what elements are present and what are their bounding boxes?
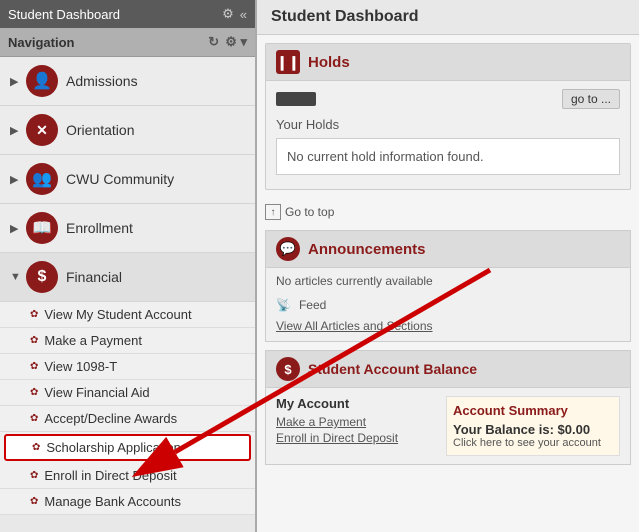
financial-icon: $ xyxy=(26,261,58,293)
my-account-col: My Account Make a Payment Enroll in Dire… xyxy=(276,396,436,456)
account-balance-title: Student Account Balance xyxy=(308,361,477,377)
sidebar-item-enrollment[interactable]: ▶ 📖 Enrollment xyxy=(0,204,255,253)
orientation-icon: ✕ xyxy=(26,114,58,146)
bullet-icon: ✿ xyxy=(30,361,38,372)
expand-arrow-financial: ▼ xyxy=(10,271,22,283)
gear-icon[interactable]: ⚙ xyxy=(222,6,234,22)
expand-arrow-enrollment: ▶ xyxy=(10,222,22,235)
account-balance-section: $ Student Account Balance My Account Mak… xyxy=(265,350,631,465)
balance-text: Your Balance is: $0.00 xyxy=(453,422,613,437)
holds-redacted-bar xyxy=(276,92,316,106)
go-to-top-label: Go to top xyxy=(285,205,334,219)
holds-header: ❙❙ Holds xyxy=(266,44,630,81)
left-panel: Student Dashboard ⚙ « Navigation ↻ ⚙ ▾ ▶… xyxy=(0,0,255,532)
click-here-text[interactable]: Click here to see your account xyxy=(453,437,613,449)
sub-item-view-financial-aid[interactable]: ✿ View Financial Aid xyxy=(0,380,255,406)
account-balance-body: My Account Make a Payment Enroll in Dire… xyxy=(266,388,630,464)
announcements-title: Announcements xyxy=(308,241,426,258)
sub-item-label: Enroll in Direct Deposit xyxy=(44,468,176,483)
sub-item-label: Make a Payment xyxy=(44,333,142,348)
bullet-icon: ✿ xyxy=(30,470,38,481)
expand-arrow-orientation: ▶ xyxy=(10,124,22,137)
announcements-icon: 💬 xyxy=(276,237,300,261)
sub-item-label: View My Student Account xyxy=(44,307,191,322)
account-summary-col: Account Summary Your Balance is: $0.00 C… xyxy=(446,396,620,456)
enrollment-icon: 📖 xyxy=(26,212,58,244)
cwu-community-icon: 👥 xyxy=(26,163,58,195)
sub-item-accept-decline[interactable]: ✿ Accept/Decline Awards xyxy=(0,406,255,432)
refresh-icon[interactable]: ↻ xyxy=(208,34,219,50)
sub-item-label: View Financial Aid xyxy=(44,385,149,400)
sidebar-item-orientation[interactable]: ▶ ✕ Orientation xyxy=(0,106,255,155)
sub-item-enroll-direct-deposit[interactable]: ✿ Enroll in Direct Deposit xyxy=(0,463,255,489)
my-account-title: My Account xyxy=(276,396,436,411)
holds-title: Holds xyxy=(308,54,350,71)
sub-item-label: Accept/Decline Awards xyxy=(44,411,177,426)
nav-label: Navigation xyxy=(8,35,74,50)
financial-label: Financial xyxy=(66,269,122,285)
admissions-icon: 👤 xyxy=(26,65,58,97)
sidebar-item-financial[interactable]: ▼ $ Financial xyxy=(0,253,255,302)
feed-icon: 📡 xyxy=(276,298,291,312)
account-balance-header: $ Student Account Balance xyxy=(266,351,630,388)
cwu-community-label: CWU Community xyxy=(66,171,174,187)
bullet-icon: ✿ xyxy=(30,496,38,507)
admissions-label: Admissions xyxy=(66,73,138,89)
goto-button[interactable]: go to ... xyxy=(562,89,620,109)
announcements-links: 📡 Feed xyxy=(266,294,630,316)
sub-item-view-my-account[interactable]: ✿ View My Student Account xyxy=(0,302,255,328)
feed-label[interactable]: Feed xyxy=(299,298,326,312)
no-holds-text: No current hold information found. xyxy=(287,149,484,164)
holds-body: go to ... Your Holds No current hold inf… xyxy=(266,81,630,189)
holds-top-row: go to ... xyxy=(276,89,620,109)
your-holds-label: Your Holds xyxy=(276,117,620,132)
no-articles-text: No articles currently available xyxy=(276,274,433,288)
nav-settings-icon[interactable]: ⚙ ▾ xyxy=(225,34,247,50)
announcements-header: 💬 Announcements xyxy=(266,231,630,268)
sub-item-view-1098t[interactable]: ✿ View 1098-T xyxy=(0,354,255,380)
sub-item-label: View 1098-T xyxy=(44,359,117,374)
account-balance-icon: $ xyxy=(276,357,300,381)
panel-title: Student Dashboard xyxy=(8,7,120,22)
sub-item-label: Manage Bank Accounts xyxy=(44,494,181,509)
nav-header: Navigation ↻ ⚙ ▾ xyxy=(0,28,255,57)
announcements-section: 💬 Announcements No articles currently av… xyxy=(265,230,631,342)
make-payment-link[interactable]: Make a Payment xyxy=(276,415,436,429)
nav-items-list: ▶ 👤 Admissions ▶ ✕ Orientation ▶ 👥 xyxy=(0,57,255,532)
bullet-icon: ✿ xyxy=(30,413,38,424)
sidebar-item-admissions[interactable]: ▶ 👤 Admissions xyxy=(0,57,255,106)
bullet-icon: ✿ xyxy=(30,335,38,346)
collapse-icon[interactable]: « xyxy=(240,7,247,22)
enroll-direct-link[interactable]: Enroll in Direct Deposit xyxy=(276,431,436,445)
bullet-icon: ✿ xyxy=(32,442,40,453)
holds-section: ❙❙ Holds go to ... Your Holds No current… xyxy=(265,43,631,190)
go-to-top[interactable]: ↑ Go to top xyxy=(265,204,631,220)
sub-item-scholarship-application[interactable]: ✿ Scholarship Application xyxy=(4,434,251,461)
account-summary-title: Account Summary xyxy=(453,403,613,418)
panel-title-bar: Student Dashboard ⚙ « xyxy=(0,0,255,28)
sub-item-make-payment[interactable]: ✿ Make a Payment xyxy=(0,328,255,354)
holds-icon: ❙❙ xyxy=(276,50,300,74)
financial-sub-items: ✿ View My Student Account ✿ Make a Payme… xyxy=(0,302,255,515)
right-panel: Student Dashboard ❙❙ Holds go to ... You… xyxy=(255,0,639,532)
holds-info-box: No current hold information found. xyxy=(276,138,620,175)
right-panel-title: Student Dashboard xyxy=(257,0,639,35)
bullet-icon: ✿ xyxy=(30,309,38,320)
view-all-link[interactable]: View All Articles and Sections xyxy=(276,319,433,333)
sub-item-label: Scholarship Application xyxy=(46,440,180,455)
expand-arrow-admissions: ▶ xyxy=(10,75,22,88)
go-to-top-icon: ↑ xyxy=(265,204,281,220)
sub-item-manage-bank-accounts[interactable]: ✿ Manage Bank Accounts xyxy=(0,489,255,515)
bullet-icon: ✿ xyxy=(30,387,38,398)
enrollment-label: Enrollment xyxy=(66,220,133,236)
sidebar-item-cwu-community[interactable]: ▶ 👥 CWU Community xyxy=(0,155,255,204)
announcements-body: No articles currently available xyxy=(266,268,630,294)
orientation-label: Orientation xyxy=(66,122,134,138)
expand-arrow-cwu: ▶ xyxy=(10,173,22,186)
